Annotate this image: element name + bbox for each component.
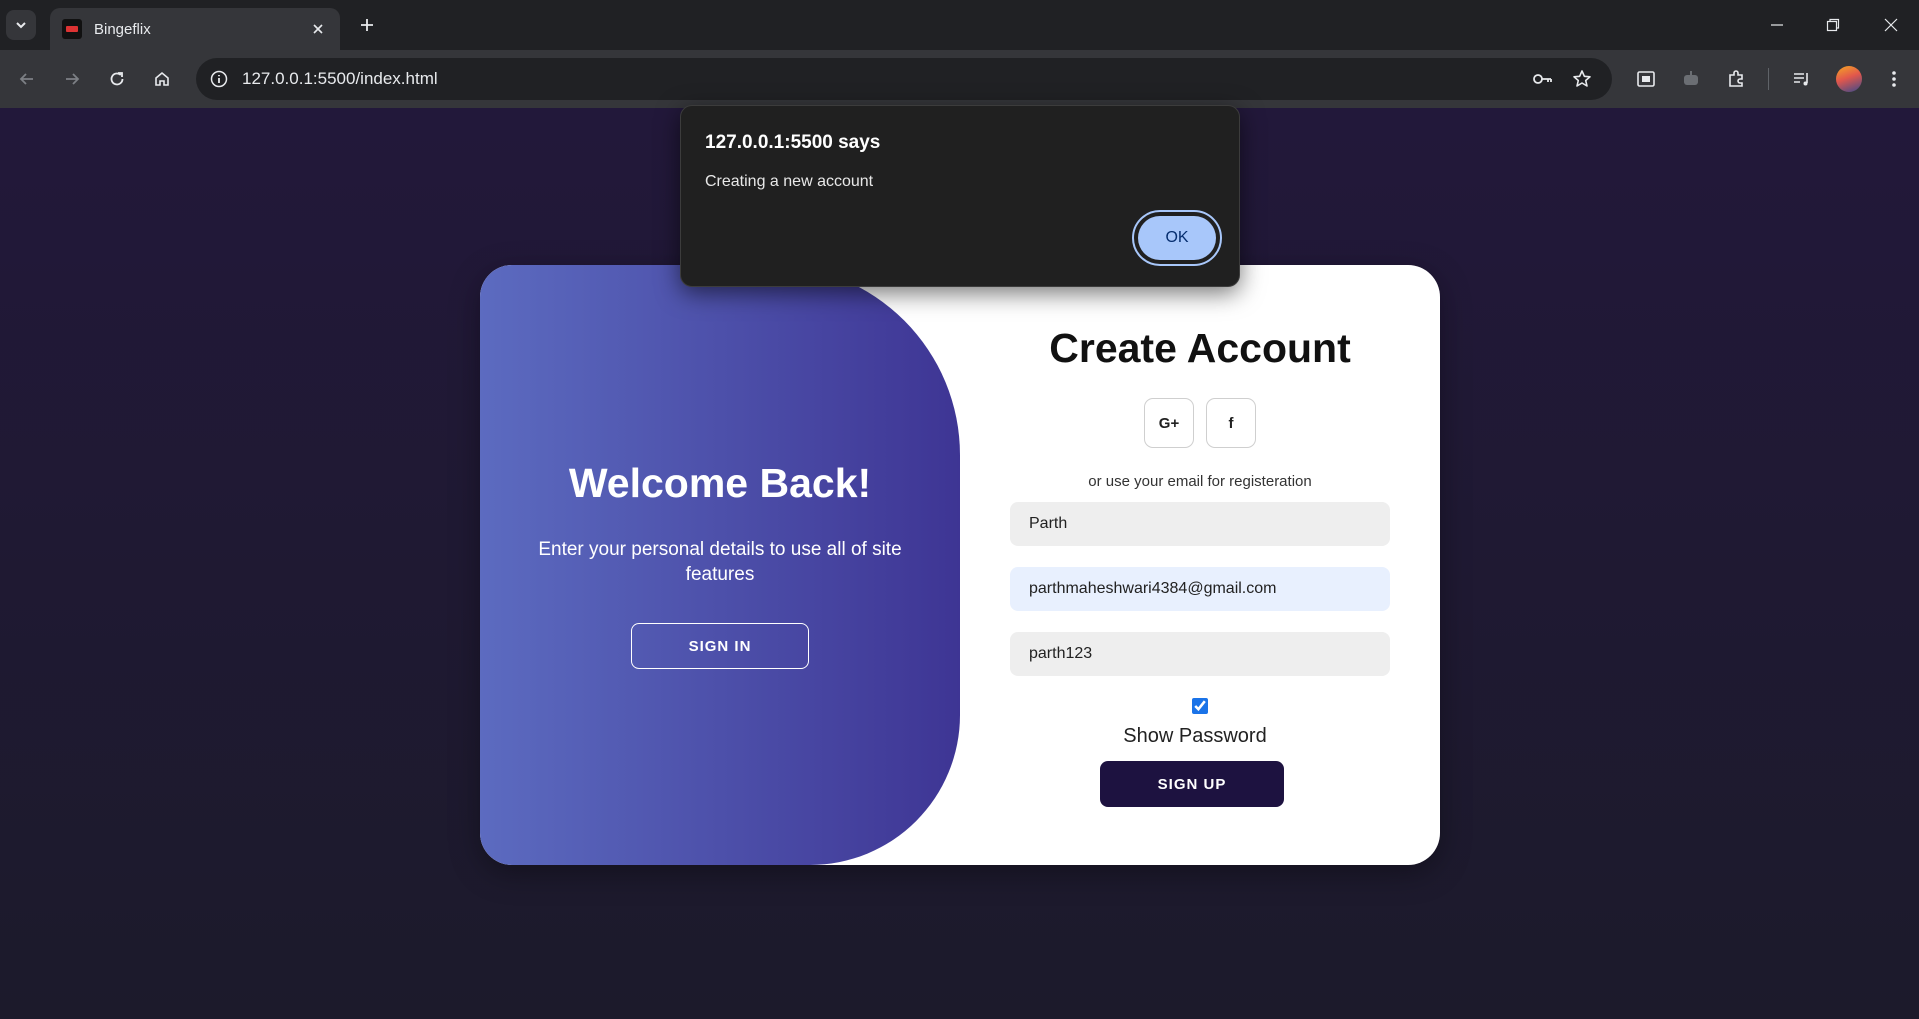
ok-button[interactable]: OK <box>1138 216 1216 260</box>
tab-close-button[interactable] <box>308 19 328 39</box>
toolbar-separator <box>1768 68 1769 90</box>
picture-in-picture-button[interactable] <box>1632 65 1660 93</box>
dialog-message: Creating a new account <box>705 173 874 190</box>
extensions-button[interactable] <box>1722 65 1750 93</box>
google-plus-icon: G+ <box>1158 414 1180 432</box>
arrow-left-icon <box>19 73 33 85</box>
new-tab-button[interactable] <box>352 10 382 40</box>
address-bar[interactable]: 127.0.0.1:5500/index.html <box>196 58 1612 100</box>
welcome-panel: Welcome Back! Enter your personal detail… <box>480 265 960 865</box>
more-vertical-icon <box>1892 71 1896 87</box>
tab-bar: Bingeflix <box>0 0 1919 50</box>
chevron-down-icon <box>16 22 26 29</box>
restore-button[interactable] <box>1818 12 1848 38</box>
sign-in-button[interactable]: SIGN IN <box>631 623 809 669</box>
site-info-button[interactable] <box>206 66 232 92</box>
show-password-label: Show Password <box>1123 725 1267 747</box>
key-icon <box>1533 74 1552 84</box>
reload-button[interactable] <box>102 64 132 94</box>
minimize-button[interactable] <box>1762 12 1792 38</box>
sign-up-button[interactable]: SIGN UP <box>1100 761 1284 807</box>
tab-title: Bingeflix <box>94 20 151 38</box>
bookmark-button[interactable] <box>1570 67 1594 91</box>
star-icon <box>1573 70 1591 87</box>
minimize-icon <box>1771 24 1783 26</box>
home-button[interactable] <box>147 64 177 94</box>
restore-icon <box>1826 18 1840 32</box>
ok-button-focus-ring: OK <box>1132 210 1222 266</box>
welcome-title: Welcome Back! <box>568 460 872 506</box>
favicon-icon <box>62 19 82 39</box>
facebook-icon: f <box>1228 414 1234 432</box>
plus-icon <box>361 19 373 31</box>
back-button[interactable] <box>12 64 42 94</box>
google-login-button[interactable]: G+ <box>1144 398 1194 448</box>
tab-search-button[interactable] <box>6 10 36 40</box>
auth-card: Welcome Back! Enter your personal detail… <box>480 265 1440 865</box>
picture-in-picture-icon <box>1637 71 1655 87</box>
puzzle-icon <box>1729 70 1743 87</box>
extension-button[interactable] <box>1677 65 1705 93</box>
url-text[interactable]: 127.0.0.1:5500/index.html <box>242 69 438 89</box>
alert-dialog: 127.0.0.1:5500 says Creating a new accou… <box>680 105 1240 287</box>
show-password-checkbox[interactable] <box>1192 698 1208 714</box>
browser-menu-button[interactable] <box>1880 65 1908 93</box>
close-window-button[interactable] <box>1876 12 1906 38</box>
playlist-icon <box>1794 73 1808 86</box>
browser-tab[interactable]: Bingeflix <box>50 8 340 50</box>
name-input[interactable] <box>1010 502 1390 546</box>
info-icon <box>210 70 228 88</box>
dialog-title: 127.0.0.1:5500 says <box>705 132 881 153</box>
arrow-right-icon <box>66 73 80 85</box>
create-account-title: Create Account <box>1049 325 1351 371</box>
browser-toolbar: 127.0.0.1:5500/index.html <box>0 50 1919 108</box>
close-icon <box>1884 18 1898 32</box>
forward-button[interactable] <box>57 64 87 94</box>
home-icon <box>155 71 169 86</box>
password-manager-button[interactable] <box>1530 67 1554 91</box>
registration-hint: or use your email for registeration <box>1088 473 1312 490</box>
welcome-text: Enter your personal details to use all o… <box>538 539 902 585</box>
close-icon <box>313 24 323 34</box>
reload-icon <box>110 72 124 86</box>
email-input[interactable] <box>1010 567 1390 611</box>
create-account-panel: Create Account G+ f or use your email fo… <box>960 265 1440 865</box>
robot-icon <box>1684 71 1698 85</box>
profile-avatar[interactable] <box>1836 66 1862 92</box>
facebook-login-button[interactable]: f <box>1206 398 1256 448</box>
media-control-button[interactable] <box>1788 65 1816 93</box>
password-input[interactable] <box>1010 632 1390 676</box>
